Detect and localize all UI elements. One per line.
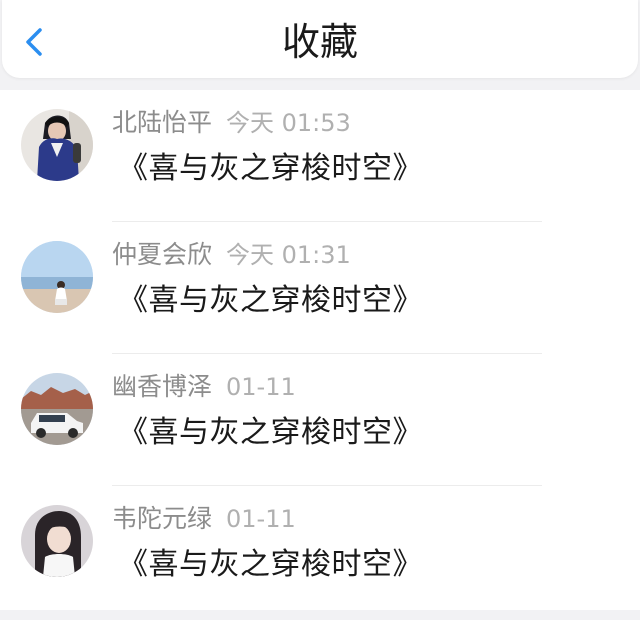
user-avatar[interactable] — [21, 505, 93, 577]
user-avatar[interactable] — [21, 241, 93, 313]
portrait-photo-icon — [21, 505, 93, 577]
favorite-item[interactable]: 幽香博泽 01-11 《喜与灰之穿梭时空》 — [0, 354, 640, 486]
favorite-title[interactable]: 《喜与灰之穿梭时空》 — [118, 412, 423, 454]
user-avatar[interactable] — [21, 373, 93, 445]
car-photo-icon — [21, 373, 93, 445]
favorite-title[interactable]: 《喜与灰之穿梭时空》 — [118, 280, 423, 322]
timestamp: 今天 01:31 — [226, 241, 351, 269]
timestamp: 01-11 — [226, 505, 296, 533]
favorite-item[interactable]: 仲夏会欣 今天 01:31 《喜与灰之穿梭时空》 — [0, 222, 640, 354]
person-photo-icon — [21, 109, 93, 181]
user-avatar[interactable] — [21, 109, 93, 181]
page-title: 收藏 — [281, 20, 358, 64]
favorite-title[interactable]: 《喜与灰之穿梭时空》 — [118, 544, 423, 586]
item-meta: 仲夏会欣 今天 01:31 — [112, 238, 351, 272]
favorite-item[interactable]: 北陆怡平 今天 01:53 《喜与灰之穿梭时空》 — [0, 90, 640, 222]
timestamp: 01-11 — [226, 373, 296, 401]
user-name[interactable]: 韦陀元绿 — [112, 504, 212, 533]
user-name[interactable]: 北陆怡平 — [112, 108, 212, 137]
favorite-item[interactable]: 韦陀元绿 01-11 《喜与灰之穿梭时空》 — [0, 486, 640, 618]
item-meta: 幽香博泽 01-11 — [112, 370, 296, 404]
favorite-title[interactable]: 《喜与灰之穿梭时空》 — [118, 148, 423, 190]
item-meta: 北陆怡平 今天 01:53 — [112, 106, 351, 140]
user-name[interactable]: 仲夏会欣 — [112, 240, 212, 269]
beach-photo-icon — [21, 241, 93, 313]
timestamp: 今天 01:53 — [226, 109, 351, 137]
user-name[interactable]: 幽香博泽 — [112, 372, 212, 401]
item-meta: 韦陀元绿 01-11 — [112, 502, 296, 536]
favorites-list: 北陆怡平 今天 01:53 《喜与灰之穿梭时空》 仲夏会欣 今天 01:31 《喜与… — [0, 90, 640, 610]
header-bar: 收藏 — [2, 0, 638, 78]
